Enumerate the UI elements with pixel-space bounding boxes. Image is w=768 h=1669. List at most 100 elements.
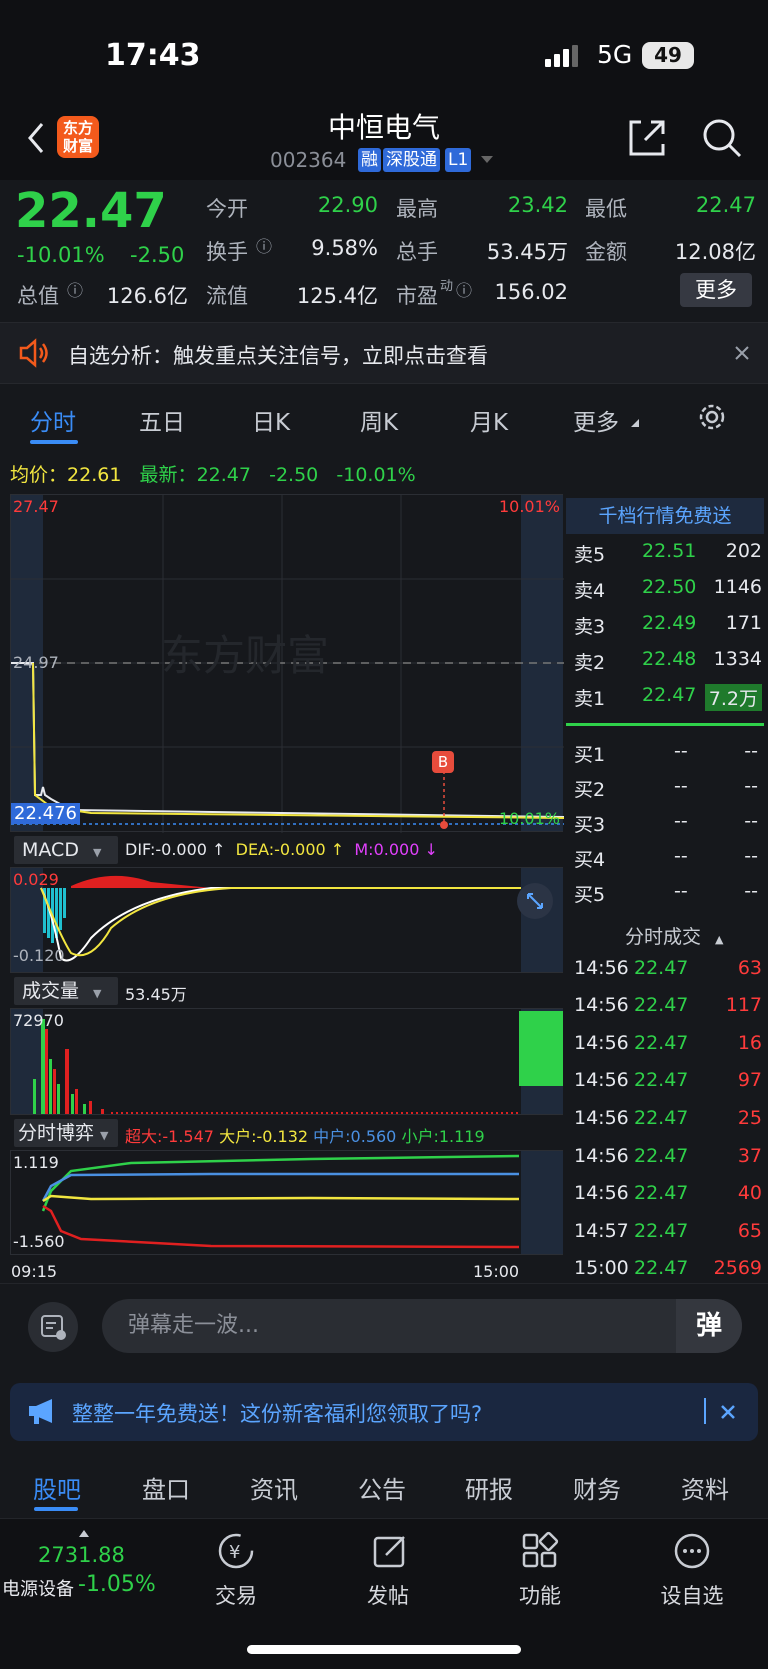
tab-more[interactable]: 更多 bbox=[573, 403, 619, 437]
bid-price: -- bbox=[674, 775, 688, 797]
watermark: 东方财富 bbox=[161, 631, 329, 680]
tab-pankou[interactable]: 盘口 bbox=[142, 1470, 190, 1505]
ask-row[interactable]: 卖1 22.47 7.2万 bbox=[566, 684, 764, 719]
bid-price: -- bbox=[674, 740, 688, 762]
ask-volume: 1334 bbox=[713, 648, 762, 670]
promo-text[interactable]: 整整一年免费送！这份新客福利您领取了吗? bbox=[72, 1398, 482, 1428]
sector-name[interactable]: 电源设备 bbox=[2, 1575, 74, 1601]
macd-selector[interactable]: MACD ▼ bbox=[14, 836, 118, 864]
tab-research[interactable]: 研报 bbox=[465, 1470, 513, 1505]
footer-add-watchlist[interactable]: 设自选 bbox=[642, 1580, 742, 1610]
buy-marker[interactable]: B bbox=[432, 751, 454, 773]
ask-price: 22.49 bbox=[642, 612, 697, 634]
volume-chart[interactable]: 72970 bbox=[10, 1008, 563, 1115]
tab-month-k[interactable]: 月K bbox=[470, 403, 508, 437]
trade-time: 14:56 bbox=[574, 1145, 629, 1167]
intraday-chart[interactable]: 东方财富 27.47 10.01% 24.97 10.01% 22.476 B bbox=[10, 494, 564, 833]
ask-row[interactable]: 卖3 22.49 171 bbox=[566, 612, 764, 647]
footer-trade[interactable]: 交易 bbox=[186, 1580, 286, 1610]
more-button[interactable]: 更多 bbox=[680, 273, 752, 307]
tab-profile[interactable]: 资料 bbox=[681, 1470, 729, 1505]
tab-finance[interactable]: 财务 bbox=[573, 1470, 621, 1505]
macd-m: M:0.000 ↓ bbox=[354, 840, 438, 859]
speaker-icon bbox=[19, 338, 48, 368]
caret-icon bbox=[631, 419, 639, 427]
bottom-tab-indicator bbox=[34, 1507, 78, 1511]
sector-index-value[interactable]: 2731.88 bbox=[38, 1543, 125, 1567]
search-icon[interactable] bbox=[700, 116, 744, 160]
tab-week-k[interactable]: 周K bbox=[360, 403, 398, 437]
caret-down-icon[interactable] bbox=[480, 155, 494, 165]
trade-price: 22.47 bbox=[634, 1182, 689, 1204]
change-value: -2.50 bbox=[130, 243, 185, 267]
share-icon[interactable] bbox=[625, 116, 669, 160]
book-ad-banner[interactable]: 千档行情免费送 bbox=[566, 498, 764, 534]
danmaku-settings-icon[interactable] bbox=[28, 1302, 78, 1352]
macd-chart[interactable]: 0.029 -0.120 bbox=[10, 867, 563, 973]
trade-time: 14:57 bbox=[574, 1220, 629, 1242]
ask-label: 卖2 bbox=[574, 652, 606, 674]
trade-volume: 37 bbox=[737, 1145, 762, 1167]
tab-guba[interactable]: 股吧 bbox=[33, 1470, 81, 1505]
close-icon[interactable] bbox=[734, 345, 750, 361]
tab-news[interactable]: 资讯 bbox=[250, 1470, 298, 1505]
macd-values: DIF:-0.000 ↑ DEA:-0.000 ↑ M:0.000 ↓ bbox=[125, 840, 438, 859]
bid-price: -- bbox=[674, 845, 688, 867]
tab-five-day[interactable]: 五日 bbox=[139, 403, 185, 437]
info-icon[interactable]: ⓘ bbox=[456, 277, 472, 301]
network-type: 5G bbox=[597, 40, 633, 69]
expand-icon[interactable] bbox=[516, 882, 554, 920]
bid-row[interactable]: 买2 -- -- bbox=[566, 775, 764, 810]
pe-label: 市盈 bbox=[396, 284, 438, 308]
flow-selector[interactable]: 分时博弈 ▼ bbox=[14, 1119, 118, 1147]
signal-icon bbox=[545, 45, 578, 67]
danmaku-input[interactable]: 弹幕走一波... bbox=[102, 1299, 742, 1353]
settings-icon[interactable] bbox=[697, 402, 727, 432]
bid-volume: -- bbox=[744, 810, 758, 832]
tab-announcements[interactable]: 公告 bbox=[358, 1470, 406, 1505]
volume-selector[interactable]: 成交量 ▼ bbox=[14, 977, 118, 1005]
tab-day-k[interactable]: 日K bbox=[252, 403, 290, 437]
post-icon[interactable] bbox=[370, 1531, 410, 1571]
info-icon[interactable]: ⓘ bbox=[256, 233, 272, 257]
pct-axis-bottom: 10.01% bbox=[498, 809, 560, 828]
trade-time: 14:56 bbox=[574, 1069, 629, 1091]
tab-intraday[interactable]: 分时 bbox=[30, 403, 76, 437]
trade-price: 22.47 bbox=[634, 957, 689, 979]
trade-price: 22.47 bbox=[634, 1032, 689, 1054]
bid-row[interactable]: 买4 -- -- bbox=[566, 845, 764, 880]
ask-row[interactable]: 卖2 22.48 1334 bbox=[566, 648, 764, 683]
ask-row[interactable]: 卖5 22.51 202 bbox=[566, 540, 764, 575]
home-indicator[interactable] bbox=[247, 1645, 521, 1654]
tag-margin: 融 bbox=[358, 148, 381, 172]
info-icon[interactable]: ⓘ bbox=[67, 277, 83, 301]
high-label: 最高 bbox=[396, 197, 438, 221]
flow-y-top: 1.119 bbox=[13, 1153, 59, 1172]
footer-post[interactable]: 发帖 bbox=[338, 1580, 438, 1610]
bid-row[interactable]: 买5 -- -- bbox=[566, 880, 764, 915]
flow-large: 大户:-0.132 bbox=[219, 1127, 309, 1146]
caret-up-icon bbox=[79, 1530, 89, 1537]
trade-volume: 16 bbox=[737, 1032, 762, 1054]
trade-row: 14:56 22.47 117 bbox=[566, 994, 764, 1031]
tag-level1[interactable]: L1 bbox=[445, 148, 472, 172]
notice-text[interactable]: 自选分析：触发重点关注信号，立即点击查看 bbox=[68, 340, 488, 370]
ask-row[interactable]: 卖4 22.50 1146 bbox=[566, 576, 764, 611]
flow-chart[interactable]: 1.119 -1.560 bbox=[10, 1150, 563, 1255]
trades-title[interactable]: 分时成交 ▲ bbox=[625, 922, 723, 949]
footer-functions[interactable]: 功能 bbox=[490, 1580, 590, 1610]
ask-price: 22.50 bbox=[642, 576, 697, 598]
flow-y-bottom: -1.560 bbox=[13, 1232, 65, 1251]
volume-value: 53.45万 bbox=[486, 240, 568, 264]
add-watchlist-icon[interactable] bbox=[672, 1531, 712, 1571]
sector-pct[interactable]: -1.05% bbox=[78, 1572, 156, 1597]
trade-price: 22.47 bbox=[634, 1145, 689, 1167]
ask-volume: 171 bbox=[725, 612, 762, 634]
bid-row[interactable]: 买1 -- -- bbox=[566, 740, 764, 775]
close-icon[interactable] bbox=[720, 1404, 736, 1420]
bid-row[interactable]: 买3 -- -- bbox=[566, 810, 764, 845]
trade-icon[interactable]: ¥ bbox=[216, 1531, 256, 1571]
bid-price: -- bbox=[674, 810, 688, 832]
danmaku-send-button[interactable]: 弹 bbox=[676, 1299, 742, 1353]
functions-icon[interactable] bbox=[520, 1531, 560, 1571]
